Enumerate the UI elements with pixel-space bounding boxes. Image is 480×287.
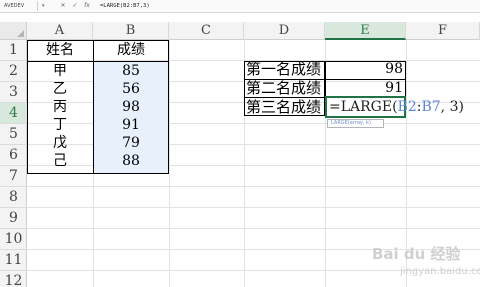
function-argument-tooltip[interactable]: LARGE(array, k) (327, 119, 384, 128)
column-header-d[interactable]: D (244, 22, 325, 40)
formula-prefix: =LARGE( (329, 99, 398, 115)
formula-bar: AVEDEV ▾ ✕ ✓ fx =LARGE(B2:B7,3) (0, 0, 480, 13)
cell-a6[interactable]: 戊 (27, 133, 93, 153)
formula-ref-end: B7 (421, 99, 441, 115)
column-header-row: A B C D E F (0, 22, 480, 40)
cell-b6[interactable]: 79 (93, 133, 169, 153)
cell-b5[interactable]: 91 (93, 115, 169, 135)
grid-line (27, 207, 480, 208)
cell-a2[interactable]: 甲 (27, 61, 93, 81)
row-header-7[interactable]: 7 (0, 166, 27, 187)
column-header-c[interactable]: C (169, 22, 244, 40)
grid-line (27, 186, 480, 187)
row-header-column: 1 2 3 4 5 6 7 8 9 10 11 12 (0, 40, 27, 287)
column-header-e[interactable]: E (325, 22, 406, 40)
row-header-6[interactable]: 6 (0, 145, 27, 166)
formula-ref-start: B2 (397, 99, 417, 115)
cell-d2[interactable]: 第一名成绩 (246, 59, 325, 79)
cell-a5[interactable]: 丁 (27, 115, 93, 135)
confirm-icon[interactable]: ✓ (70, 1, 80, 11)
insert-function-icon[interactable]: fx (82, 1, 92, 11)
baidu-watermark-logo: Bai du 经验 (372, 245, 461, 263)
row-header-5[interactable]: 5 (0, 124, 27, 145)
cell-b2[interactable]: 85 (93, 61, 169, 81)
cell-e3[interactable]: 91 (325, 78, 406, 98)
cell-d3[interactable]: 第二名成绩 (246, 78, 325, 98)
column-header-f[interactable]: F (406, 22, 480, 40)
grid-line (27, 228, 480, 229)
cell-d4[interactable]: 第三名成绩 (246, 97, 325, 117)
column-header-b[interactable]: B (93, 22, 169, 40)
cell-b3[interactable]: 56 (93, 79, 169, 99)
row-header-12[interactable]: 12 (0, 271, 27, 287)
select-all-corner[interactable] (0, 22, 27, 40)
cell-e2[interactable]: 98 (325, 59, 406, 79)
select-all-triangle-icon (17, 30, 24, 37)
cell-e4-formula-editor[interactable]: =LARGE(B2:B7, 3) (329, 97, 464, 117)
row-header-11[interactable]: 11 (0, 250, 27, 271)
cell-b4[interactable]: 98 (93, 97, 169, 117)
cell-b7[interactable]: 88 (93, 151, 169, 171)
column-header-a[interactable]: A (27, 22, 93, 40)
cell-a3[interactable]: 乙 (27, 79, 93, 99)
row-header-3[interactable]: 3 (0, 82, 27, 103)
formula-input[interactable]: =LARGE(B2:B7,3) (100, 1, 150, 11)
row-header-4[interactable]: 4 (0, 103, 27, 124)
row-header-8[interactable]: 8 (0, 187, 27, 208)
row-header-2[interactable]: 2 (0, 61, 27, 82)
cell-a7[interactable]: 己 (27, 151, 93, 171)
row-header-10[interactable]: 10 (0, 229, 27, 250)
name-box[interactable]: AVEDEV (2, 1, 38, 11)
name-box-dropdown-icon[interactable]: ▾ (42, 1, 50, 11)
cell-b1-header-score[interactable]: 成绩 (93, 40, 169, 60)
cancel-icon[interactable]: ✕ (58, 1, 68, 11)
cell-a4[interactable]: 丙 (27, 97, 93, 117)
row-header-1[interactable]: 1 (0, 40, 27, 61)
baidu-watermark-url: jingyan.baidu.com (400, 266, 480, 277)
row-header-9[interactable]: 9 (0, 208, 27, 229)
formula-suffix: , 3) (440, 99, 464, 115)
cell-a1-header-name[interactable]: 姓名 (27, 40, 93, 60)
